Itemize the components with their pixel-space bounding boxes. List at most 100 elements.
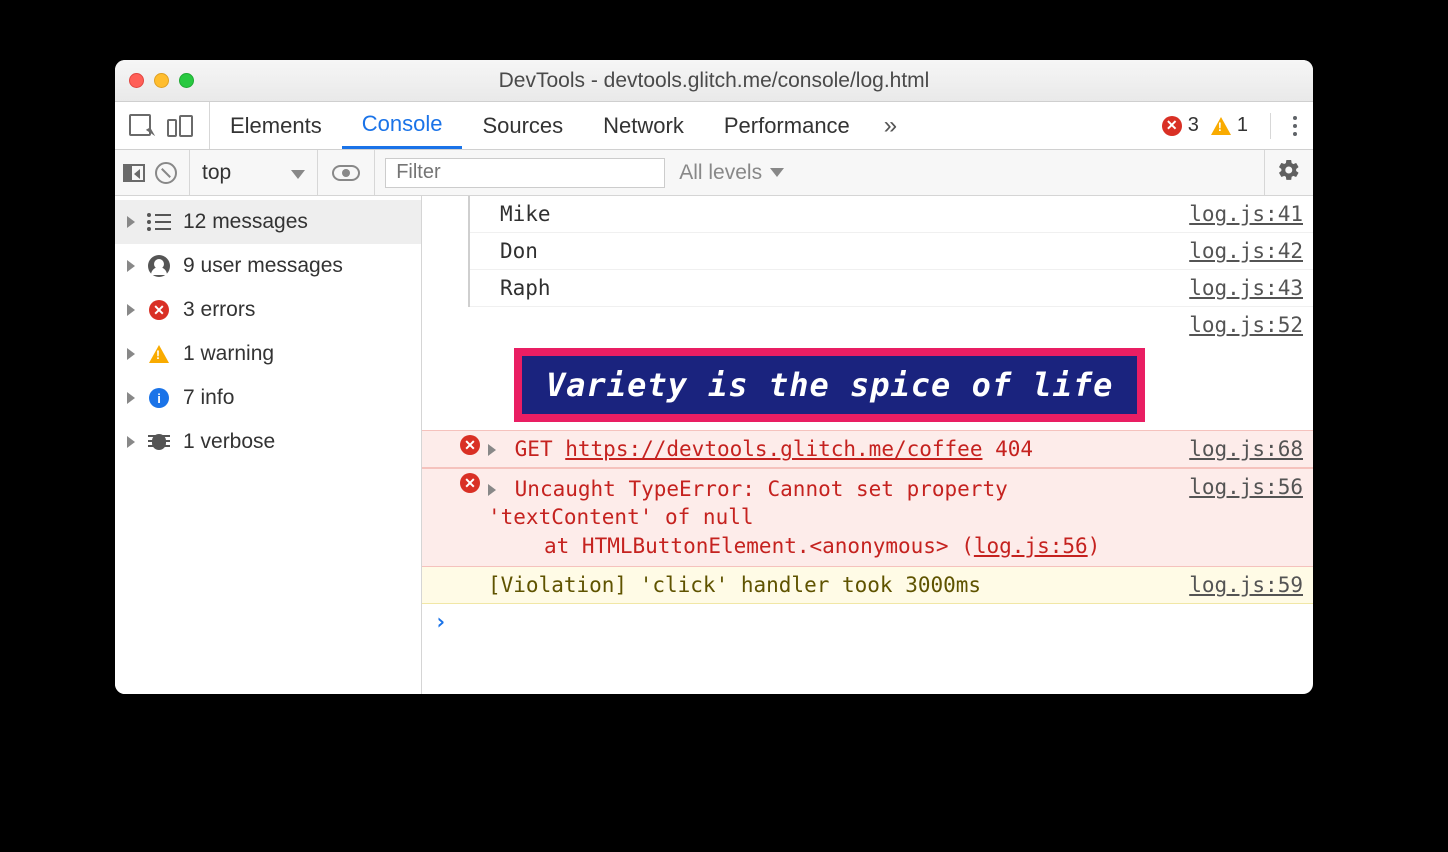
warning-count: 1 [1237, 114, 1248, 137]
filter-input[interactable] [385, 158, 665, 188]
source-link[interactable]: log.js:52 [1177, 311, 1303, 337]
more-tabs-button[interactable]: » [870, 102, 911, 149]
tab-label: Console [362, 111, 443, 137]
chevron-right-icon [127, 348, 135, 360]
chevron-right-icon [127, 392, 135, 404]
sidebar-item-all-messages[interactable]: 12 messages [115, 200, 421, 244]
sidebar-toggle-icon[interactable] [123, 164, 145, 182]
sidebar-item-warnings[interactable]: 1 warning [115, 332, 421, 376]
sidebar-item-label: 1 warning [183, 342, 274, 366]
chevron-right-icon [127, 304, 135, 316]
tab-label: Performance [724, 113, 850, 139]
user-icon [148, 255, 170, 277]
chevron-right-icon [127, 260, 135, 272]
error-icon: ✕ [460, 435, 480, 455]
window-controls [129, 73, 194, 88]
warning-count-badge[interactable]: 1 [1211, 114, 1248, 137]
devtools-window: DevTools - devtools.glitch.me/console/lo… [115, 60, 1313, 694]
zoom-window-button[interactable] [179, 73, 194, 88]
sidebar-item-errors[interactable]: ✕ 3 errors [115, 288, 421, 332]
tab-label: Elements [230, 113, 322, 139]
console-sidebar: 12 messages 9 user messages ✕ 3 errors 1… [115, 196, 422, 694]
chevron-right-icon [127, 216, 135, 228]
tab-network[interactable]: Network [583, 102, 704, 149]
minimize-window-button[interactable] [154, 73, 169, 88]
console-message-styled[interactable]: log.js:52 Variety is the spice of life [422, 307, 1313, 430]
styled-log-text: Variety is the spice of life [522, 356, 1137, 414]
source-link[interactable]: log.js:59 [1177, 571, 1303, 597]
exception-message: Uncaught TypeError: Cannot set property … [488, 477, 1008, 529]
clear-console-icon[interactable] [155, 162, 177, 184]
list-icon [147, 213, 171, 231]
log-text: Mike [480, 200, 1177, 228]
error-icon: ✕ [1162, 116, 1182, 136]
tab-console[interactable]: Console [342, 102, 463, 149]
window-title: DevTools - devtools.glitch.me/console/lo… [115, 69, 1313, 93]
context-selector[interactable]: top [190, 150, 318, 195]
log-level-label: All levels [679, 161, 762, 185]
sidebar-item-label: 3 errors [183, 298, 255, 322]
warning-icon [1211, 117, 1231, 135]
source-link[interactable]: log.js:41 [1177, 200, 1303, 226]
expand-icon[interactable] [488, 484, 496, 496]
log-text: Raph [480, 274, 1177, 302]
tab-elements[interactable]: Elements [210, 102, 342, 149]
console-message[interactable]: Don log.js:42 [470, 233, 1313, 270]
console-message[interactable]: Mike log.js:41 [470, 196, 1313, 233]
context-selector-value: top [202, 161, 231, 185]
tab-label: Network [603, 113, 684, 139]
console-toolbar: top All levels [115, 150, 1313, 196]
bug-icon [148, 432, 170, 452]
tab-performance[interactable]: Performance [704, 102, 870, 149]
sidebar-item-info[interactable]: i 7 info [115, 376, 421, 420]
console-message-exception[interactable]: ✕ Uncaught TypeError: Cannot set propert… [422, 468, 1313, 567]
stack-suffix: ) [1088, 534, 1101, 558]
log-level-selector[interactable]: All levels [665, 161, 798, 185]
sidebar-item-label: 7 info [183, 386, 234, 410]
console-message[interactable]: Raph log.js:43 [470, 270, 1313, 307]
error-count-badge[interactable]: ✕ 3 [1162, 114, 1199, 137]
console-settings-icon[interactable] [1277, 158, 1301, 188]
sidebar-item-verbose[interactable]: 1 verbose [115, 420, 421, 464]
divider [1270, 113, 1271, 139]
stack-source-link[interactable]: log.js:56 [974, 534, 1088, 558]
request-url[interactable]: https://devtools.glitch.me/coffee [565, 437, 982, 461]
styled-log-banner: Variety is the spice of life [514, 348, 1145, 422]
main-panel: 12 messages 9 user messages ✕ 3 errors 1… [115, 196, 1313, 694]
tab-sources[interactable]: Sources [462, 102, 583, 149]
device-toolbar-icon[interactable] [167, 115, 193, 137]
http-method: GET [515, 437, 553, 461]
source-link[interactable]: log.js:68 [1177, 435, 1303, 461]
window-titlebar: DevTools - devtools.glitch.me/console/lo… [115, 60, 1313, 102]
info-icon: i [149, 388, 169, 408]
error-icon: ✕ [149, 300, 169, 320]
stack-prefix: at HTMLButtonElement.<anonymous> ( [544, 534, 974, 558]
log-text: Don [480, 237, 1177, 265]
sidebar-item-label: 12 messages [183, 210, 308, 234]
prompt-chevron-icon: › [432, 610, 447, 635]
sidebar-item-label: 1 verbose [183, 430, 275, 454]
console-output: Mike log.js:41 Don log.js:42 Raph log.js… [422, 196, 1313, 694]
live-expression-icon[interactable] [332, 165, 360, 181]
kebab-menu-icon[interactable] [1293, 116, 1297, 136]
violation-text: [Violation] 'click' handler took 3000ms [488, 571, 1177, 599]
inspect-element-icon[interactable] [129, 114, 153, 138]
http-status: 404 [995, 437, 1033, 461]
error-icon: ✕ [460, 473, 480, 493]
console-message-violation[interactable]: [Violation] 'click' handler took 3000ms … [422, 567, 1313, 604]
close-window-button[interactable] [129, 73, 144, 88]
expand-icon[interactable] [488, 444, 496, 456]
source-link[interactable]: log.js:43 [1177, 274, 1303, 300]
error-count: 3 [1188, 114, 1199, 137]
console-message-network-error[interactable]: ✕ GET https://devtools.glitch.me/coffee … [422, 430, 1313, 468]
source-link[interactable]: log.js:42 [1177, 237, 1303, 263]
chevron-down-icon [770, 168, 784, 177]
source-link[interactable]: log.js:56 [1177, 473, 1303, 499]
chevron-down-icon [291, 170, 305, 179]
sidebar-item-user-messages[interactable]: 9 user messages [115, 244, 421, 288]
warning-icon [149, 345, 169, 363]
console-prompt[interactable]: › [422, 604, 1313, 641]
tab-label: Sources [482, 113, 563, 139]
sidebar-item-label: 9 user messages [183, 254, 343, 278]
chevron-right-icon [127, 436, 135, 448]
